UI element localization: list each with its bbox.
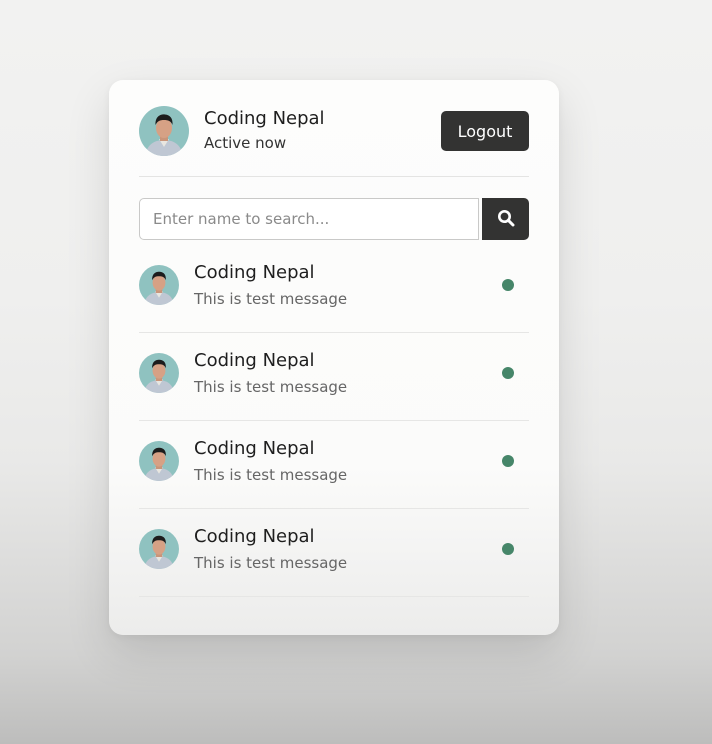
current-user-status: Active now xyxy=(204,134,287,152)
online-status-dot xyxy=(502,455,514,467)
user-avatar xyxy=(139,265,179,305)
user-name: Coding Nepal xyxy=(194,350,315,371)
user-avatar xyxy=(139,353,179,393)
user-name: Coding Nepal xyxy=(194,526,315,547)
chat-users-card: Coding Nepal Active now Logout Enter nam… xyxy=(109,80,559,635)
online-status-dot xyxy=(502,367,514,379)
user-list-item[interactable]: Coding Nepal This is test message xyxy=(139,333,529,421)
search-button[interactable] xyxy=(482,198,529,240)
user-list-item[interactable]: Coding Nepal This is test message xyxy=(139,509,529,597)
online-status-dot xyxy=(502,279,514,291)
last-message: This is test message xyxy=(194,290,348,308)
user-list-item[interactable]: Coding Nepal This is test message xyxy=(139,421,529,509)
profile-avatar[interactable] xyxy=(139,106,189,156)
last-message: This is test message xyxy=(194,378,348,396)
last-message: This is test message xyxy=(194,466,348,484)
user-name: Coding Nepal xyxy=(194,262,315,283)
logout-button[interactable]: Logout xyxy=(441,111,529,151)
online-status-dot xyxy=(502,543,514,555)
search-icon xyxy=(497,209,515,230)
users-list: Coding Nepal This is test message Coding… xyxy=(139,245,534,597)
user-list-item[interactable]: Coding Nepal This is test message xyxy=(139,245,529,333)
current-user-header: Coding Nepal Active now Logout xyxy=(139,105,529,177)
user-avatar xyxy=(139,529,179,569)
search-bar xyxy=(139,198,529,240)
search-input[interactable] xyxy=(139,198,479,240)
user-avatar xyxy=(139,441,179,481)
last-message: This is test message xyxy=(194,554,348,572)
user-name: Coding Nepal xyxy=(194,438,315,459)
current-user-name: Coding Nepal xyxy=(204,108,325,129)
